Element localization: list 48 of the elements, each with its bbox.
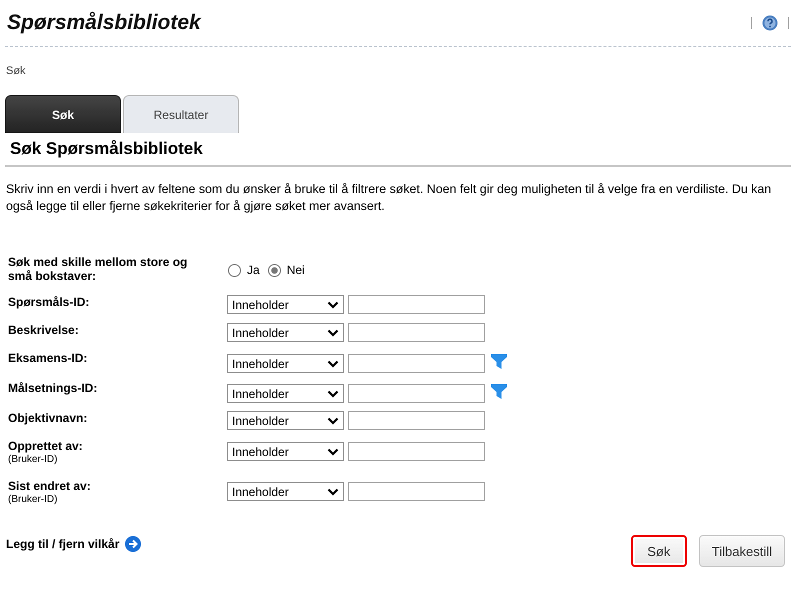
field-label: Spørsmåls-ID:: [8, 295, 90, 309]
field-label: Opprettet av:: [8, 439, 84, 453]
field-label: Eksamens-ID:: [8, 351, 88, 365]
input-field[interactable]: [348, 384, 485, 403]
input-field[interactable]: [348, 411, 485, 430]
field-label: Søk med skille mellom store og små bokstaver:: [8, 255, 188, 283]
radio-label: Ja: [247, 263, 260, 277]
section-title: Søk Spørsmålsbibliotek: [5, 133, 791, 167]
field-label: Sist endret av:: [8, 479, 92, 493]
field-label: Beskrivelse:: [8, 323, 80, 337]
filter-icon[interactable]: [491, 354, 507, 369]
filter-icon[interactable]: [491, 384, 507, 399]
field-sublabel: (Bruker-ID): [8, 493, 58, 507]
operator-dropdown[interactable]: Inneholder: [227, 384, 344, 403]
tab[interactable]: Resultater: [123, 95, 239, 133]
operator-dropdown[interactable]: Inneholder: [227, 323, 344, 342]
input-field[interactable]: [348, 442, 485, 461]
caret-icon: [327, 488, 339, 496]
add-criteria-link[interactable]: Legg til / fjern vilkår: [6, 537, 120, 551]
operator-dropdown[interactable]: Inneholder: [227, 411, 344, 430]
operator-dropdown[interactable]: Inneholder: [227, 354, 344, 373]
input-field[interactable]: [348, 482, 485, 501]
field-label: Målsetnings-ID:: [8, 381, 98, 395]
action-button[interactable]: Tilbakestill: [698, 535, 785, 567]
page-title: Spørsmålsbibliotek: [6, 11, 201, 35]
breadcrumb[interactable]: Søk: [6, 65, 795, 77]
radio-button[interactable]: [268, 264, 281, 276]
caret-icon: [327, 390, 339, 398]
arrow-right-icon[interactable]: [125, 536, 142, 552]
operator-dropdown[interactable]: Inneholder: [227, 442, 344, 461]
action-button[interactable]: Søk: [630, 535, 687, 567]
field-sublabel: (Bruker-ID): [8, 453, 58, 467]
caret-icon: [327, 448, 339, 456]
help-icon[interactable]: [762, 15, 778, 31]
caret-icon: [327, 328, 339, 336]
tab[interactable]: Søk: [5, 95, 121, 133]
intro-text: Skriv inn en verdi i hvert av feltene som du ønsker å bruke til å filtrere søket. Noen felt gir deg muligheten til å velge fra en verdiliste. Du kan også legge til eller fjerne søkekriterier for å gjøre søket mer avansert.: [6, 181, 772, 215]
input-field[interactable]: [348, 295, 485, 314]
input-field[interactable]: [348, 354, 485, 373]
radio-button[interactable]: [228, 264, 241, 276]
field-label: Objektivnavn:: [8, 411, 88, 425]
caret-icon: [327, 300, 339, 308]
radio-label: Nei: [286, 263, 305, 277]
input-field[interactable]: [348, 323, 485, 342]
operator-dropdown[interactable]: Inneholder: [227, 482, 344, 501]
caret-icon: [327, 416, 339, 424]
caret-icon: [327, 360, 339, 368]
operator-dropdown[interactable]: Inneholder: [227, 295, 344, 314]
